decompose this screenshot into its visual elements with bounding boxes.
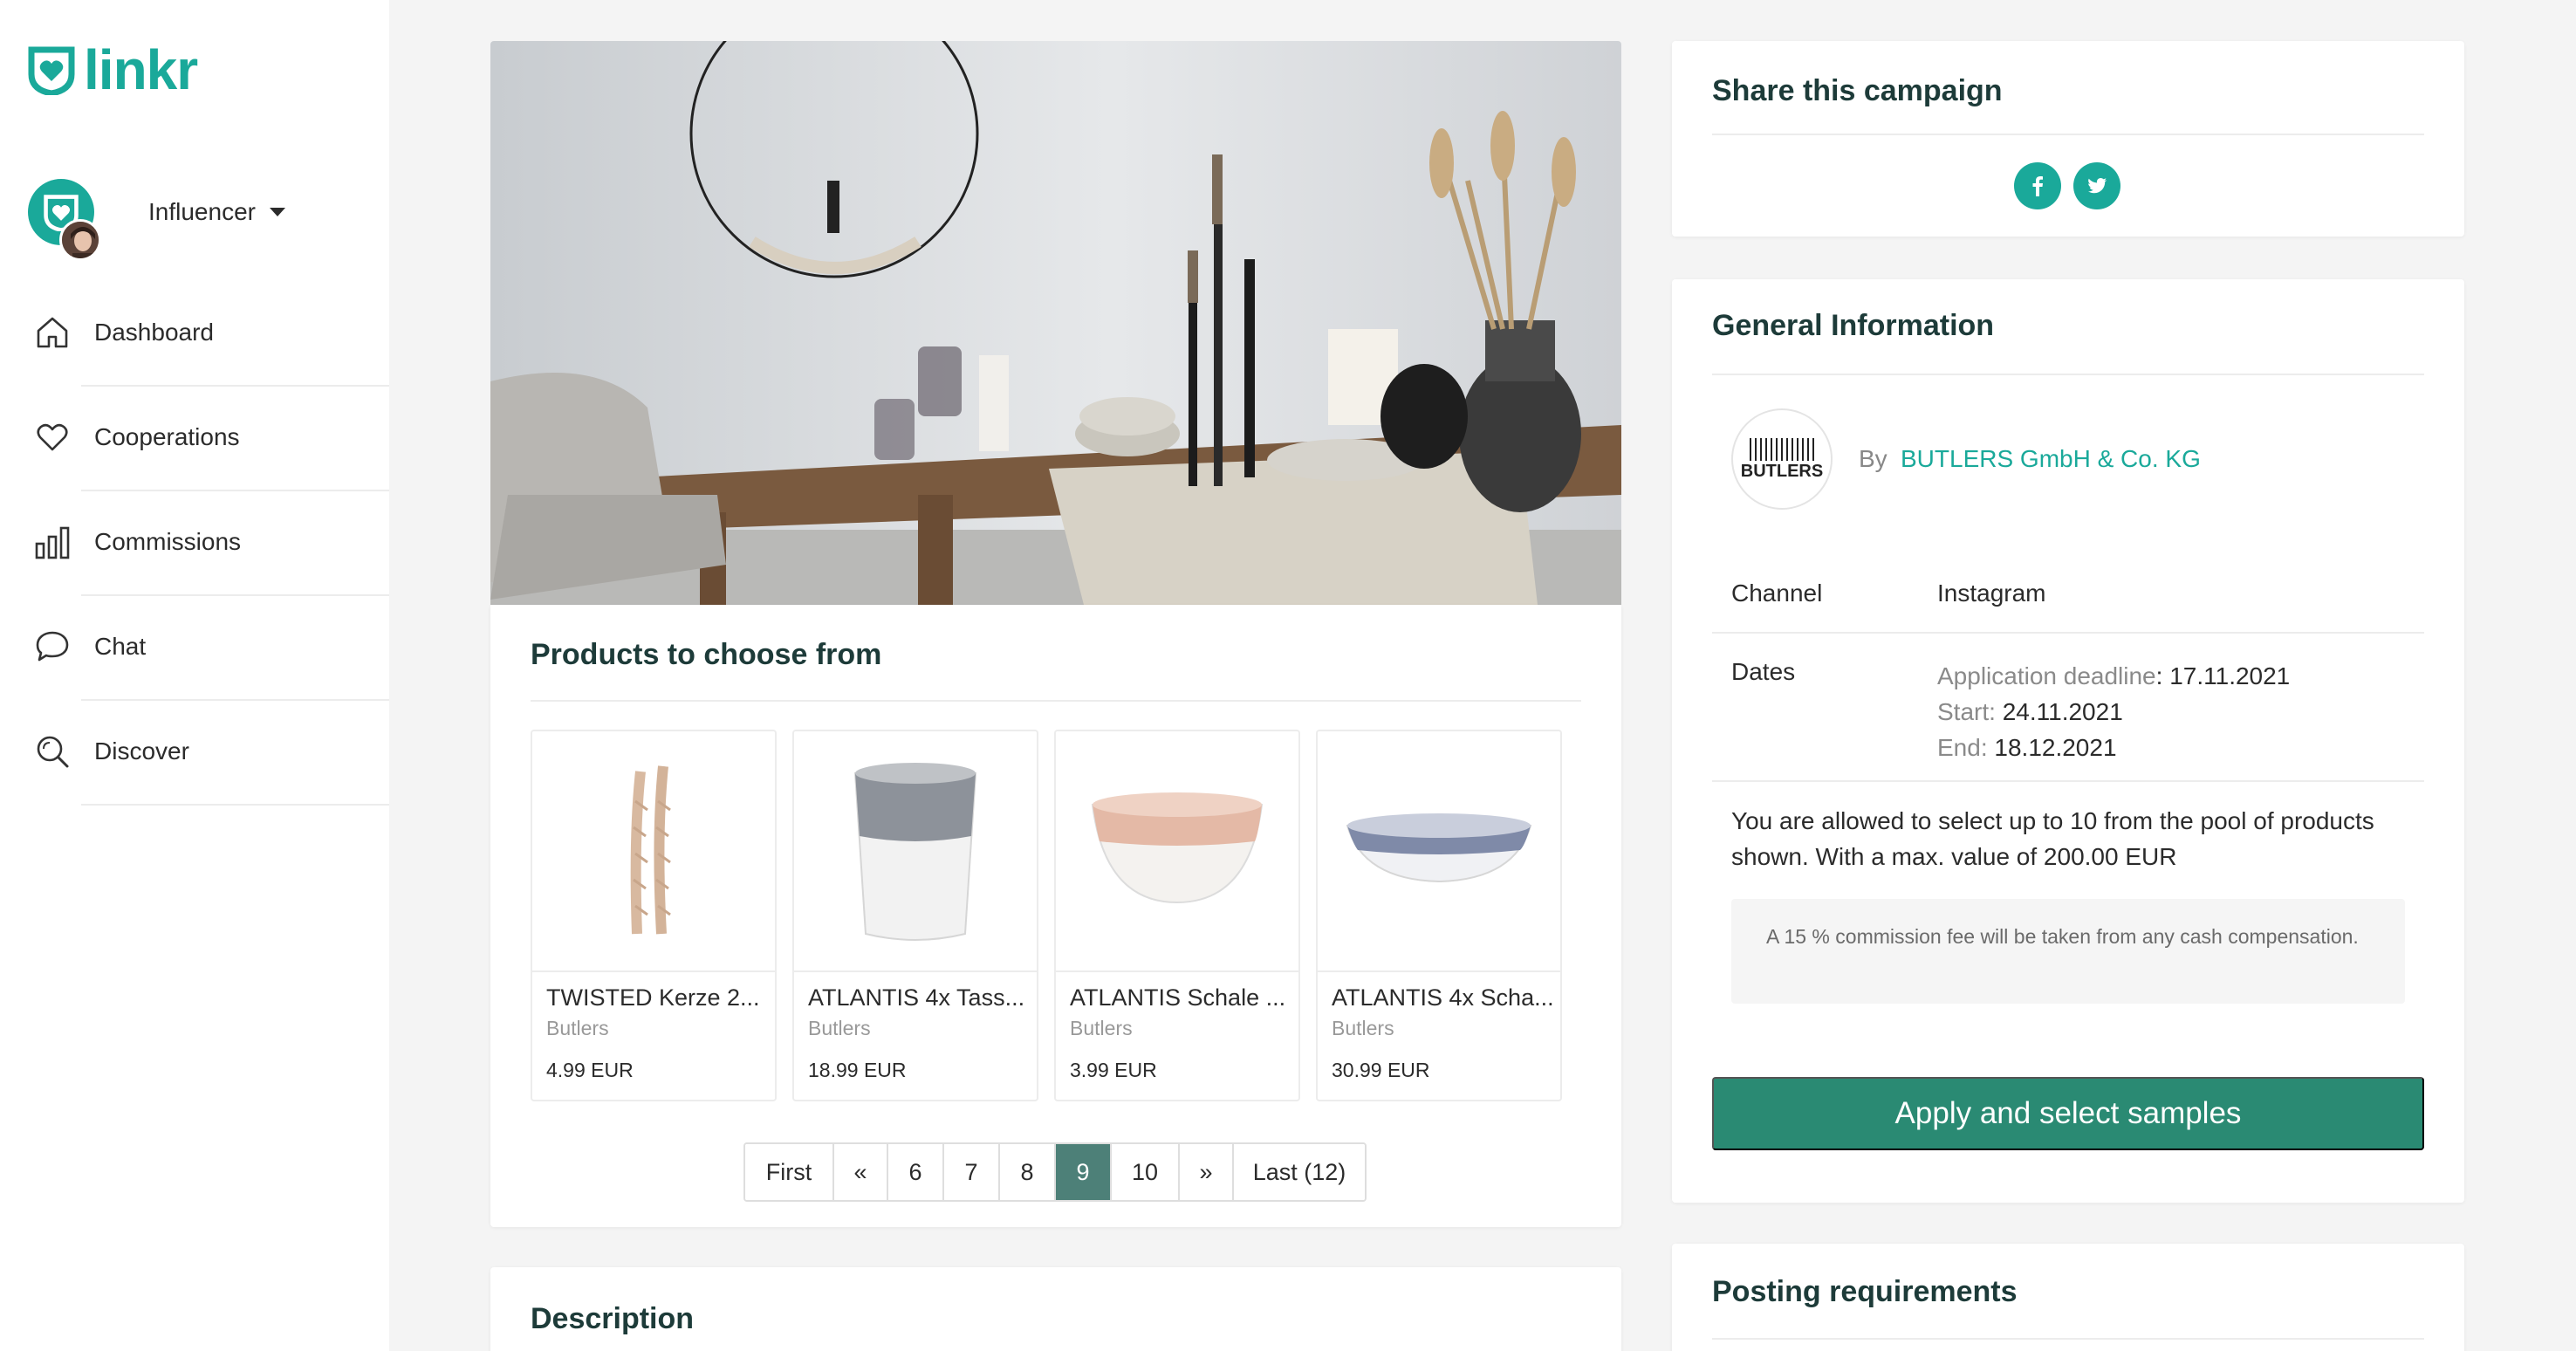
section-title: Posting requirements [1712, 1275, 2018, 1308]
sidebar-item-discover[interactable]: Discover [0, 701, 389, 806]
page-last-button[interactable]: Last (12) [1234, 1144, 1365, 1200]
page-first-button[interactable]: First [745, 1144, 834, 1200]
product-price: 18.99 EUR [808, 1059, 907, 1081]
chevron-down-icon [269, 208, 285, 216]
products-section: Products to choose from TWISTED Kerze 2.… [490, 605, 1621, 1227]
product-price: 30.99 EUR [1332, 1059, 1430, 1081]
channel-label: Channel [1731, 579, 1823, 607]
heart-icon [37, 423, 68, 451]
posting-requirements-section: Posting requirements [1672, 1244, 2464, 1351]
sidebar-item-dashboard[interactable]: Dashboard [0, 282, 389, 387]
company-logo[interactable]: BUTLERS [1731, 408, 1833, 510]
product-image [794, 731, 1037, 972]
divider [1712, 1338, 2424, 1340]
description-section: Description [490, 1267, 1621, 1351]
product-price: 3.99 EUR [1070, 1059, 1157, 1081]
pagination: First « 6 7 8 9 10 » Last (12) [743, 1142, 1367, 1202]
avatar [28, 179, 101, 261]
product-name: TWISTED Kerze 2... [546, 984, 760, 1011]
page-prev-button[interactable]: « [834, 1144, 888, 1200]
company-link[interactable]: BUTLERS GmbH & Co. KG [1901, 445, 2201, 473]
user-role: Influencer [148, 198, 256, 225]
product-name: ATLANTIS 4x Scha... [1332, 984, 1554, 1011]
application-deadline-value: : 17.11.2021 [2155, 662, 2291, 689]
sidebar: linkr Influencer Dashboard Cooperations … [0, 0, 389, 1351]
product-brand: Butlers [546, 1017, 609, 1039]
search-icon [37, 736, 69, 768]
end-value: 18.12.2021 [1994, 734, 2117, 761]
chat-bubble-icon [36, 631, 69, 662]
sidebar-nav: Dashboard Cooperations Commissions Chat [0, 282, 389, 806]
sidebar-item-label: Commissions [94, 528, 242, 555]
application-deadline-label: Application deadline [1937, 662, 2156, 689]
product-card[interactable]: ATLANTIS 4x Scha... Butlers 30.99 EUR [1316, 730, 1562, 1101]
user-menu[interactable]: Influencer [28, 179, 285, 261]
divider [81, 804, 389, 806]
sidebar-item-label: Cooperations [94, 423, 240, 450]
dates-value: Application deadline: 17.11.2021 Start: … [1937, 658, 2290, 765]
sidebar-item-label: Dashboard [94, 319, 214, 346]
product-card[interactable]: TWISTED Kerze 2... Butlers 4.99 EUR [531, 730, 777, 1101]
product-image [1318, 731, 1560, 972]
share-section: Share this campaign [1672, 41, 2464, 237]
sidebar-item-label: Chat [94, 633, 147, 660]
sidebar-item-label: Discover [94, 737, 189, 765]
product-card[interactable]: ATLANTIS 4x Tass... Butlers 18.99 EUR [792, 730, 1038, 1101]
bar-chart-icon [35, 526, 70, 559]
by-label: By [1859, 445, 1887, 472]
selection-allowance-text: You are allowed to select up to 10 from … [1731, 807, 2374, 870]
product-image [532, 731, 775, 972]
svg-text:BUTLERS: BUTLERS [1741, 462, 1823, 481]
page-8-button[interactable]: 8 [1000, 1144, 1056, 1200]
sidebar-item-cooperations[interactable]: Cooperations [0, 387, 389, 491]
general-information-section: General Information BUTLERS By BUTLERS G… [1672, 279, 2464, 1203]
twitter-share-button[interactable] [2073, 162, 2120, 209]
page-6-button[interactable]: 6 [888, 1144, 944, 1200]
sidebar-item-chat[interactable]: Chat [0, 596, 389, 701]
product-card[interactable]: ATLANTIS Schale ... Butlers 3.99 EUR [1054, 730, 1300, 1101]
section-title: General Information [1712, 309, 1995, 342]
page-next-button[interactable]: » [1180, 1144, 1234, 1200]
end-label: End: [1937, 734, 1988, 761]
section-title: Share this campaign [1712, 74, 2003, 107]
twitter-icon [2088, 178, 2107, 194]
campaign-hero-image [490, 41, 1621, 605]
product-price: 4.99 EUR [546, 1059, 634, 1081]
page-7-button[interactable]: 7 [944, 1144, 1000, 1200]
user-photo [59, 219, 101, 261]
linkr-logo[interactable]: linkr [26, 38, 198, 101]
divider [531, 700, 1581, 702]
product-brand: Butlers [808, 1017, 871, 1039]
product-name: ATLANTIS 4x Tass... [808, 984, 1025, 1011]
section-title: Description [531, 1302, 695, 1335]
sidebar-item-commissions[interactable]: Commissions [0, 491, 389, 596]
start-value: 24.11.2021 [2002, 698, 2123, 725]
product-name: ATLANTIS Schale ... [1070, 984, 1286, 1011]
logo-mark-icon [28, 46, 75, 95]
product-brand: Butlers [1332, 1017, 1394, 1039]
apply-button[interactable]: Apply and select samples [1712, 1077, 2424, 1150]
start-label: Start: [1937, 698, 1996, 725]
facebook-icon [2032, 176, 2043, 196]
divider [1712, 134, 2424, 135]
commission-note: A 15 % commission fee will be taken from… [1731, 899, 2405, 1004]
divider [1712, 374, 2424, 375]
divider [1712, 780, 2424, 782]
product-image [1056, 731, 1298, 972]
channel-value: Instagram [1937, 579, 2046, 607]
product-brand: Butlers [1070, 1017, 1133, 1039]
dates-label: Dates [1731, 658, 1796, 685]
home-icon [37, 317, 68, 348]
page-10-button[interactable]: 10 [1112, 1144, 1180, 1200]
facebook-share-button[interactable] [2014, 162, 2061, 209]
logo-text: linkr [84, 38, 198, 101]
section-title: Products to choose from [531, 638, 882, 671]
page-9-button[interactable]: 9 [1056, 1144, 1112, 1200]
divider [1712, 632, 2424, 634]
